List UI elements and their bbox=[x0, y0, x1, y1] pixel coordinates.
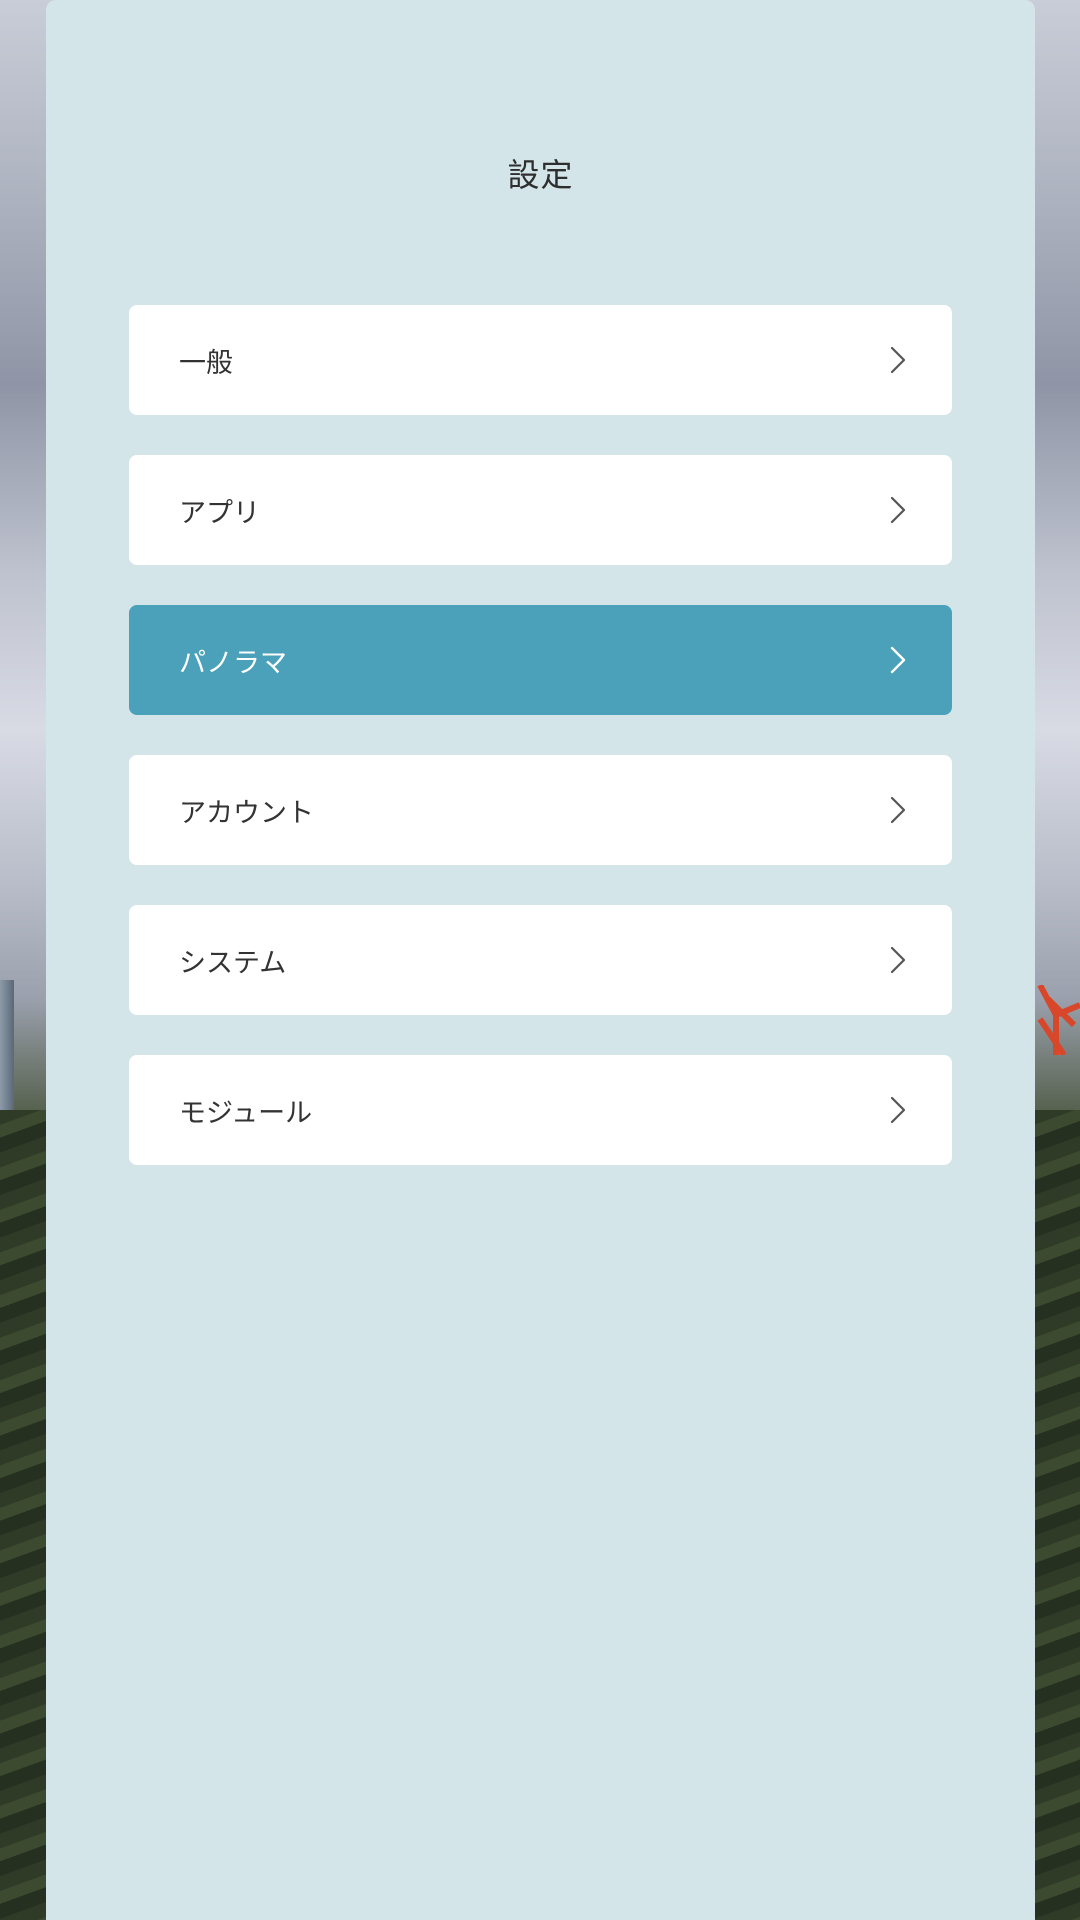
settings-menu: 一般 アプリ パノラマ アカウント システム モジュール bbox=[129, 305, 952, 1205]
menu-item-label: 一般 bbox=[179, 347, 233, 379]
background-photo-right bbox=[1034, 0, 1080, 1920]
menu-item-panorama[interactable]: パノラマ bbox=[129, 605, 952, 715]
settings-panel: 設定 一般 アプリ パノラマ アカウント システム モジュール bbox=[46, 0, 1035, 1920]
menu-item-label: アプリ bbox=[179, 497, 260, 529]
menu-item-label: アカウント bbox=[179, 797, 314, 829]
menu-item-label: モジュール bbox=[179, 1097, 313, 1129]
menu-item-label: システム bbox=[179, 947, 287, 979]
page-title: 設定 bbox=[507, 156, 574, 194]
menu-item-account[interactable]: アカウント bbox=[129, 755, 952, 865]
menu-item-apps[interactable]: アプリ bbox=[129, 455, 952, 565]
chevron-right-icon bbox=[882, 1095, 912, 1125]
chevron-right-icon bbox=[882, 795, 912, 825]
menu-item-general[interactable]: 一般 bbox=[129, 305, 952, 415]
chevron-right-icon bbox=[882, 645, 912, 675]
chevron-right-icon bbox=[882, 495, 912, 525]
background-tower bbox=[1037, 985, 1080, 1055]
chevron-right-icon bbox=[882, 945, 912, 975]
menu-item-modules[interactable]: モジュール bbox=[129, 1055, 952, 1165]
chevron-right-icon bbox=[882, 345, 912, 375]
menu-item-label: パノラマ bbox=[179, 647, 287, 679]
background-trees bbox=[1034, 1110, 1080, 1920]
background-trees bbox=[0, 1110, 46, 1920]
background-photo-left bbox=[0, 0, 46, 1920]
menu-item-system[interactable]: システム bbox=[129, 905, 952, 1015]
